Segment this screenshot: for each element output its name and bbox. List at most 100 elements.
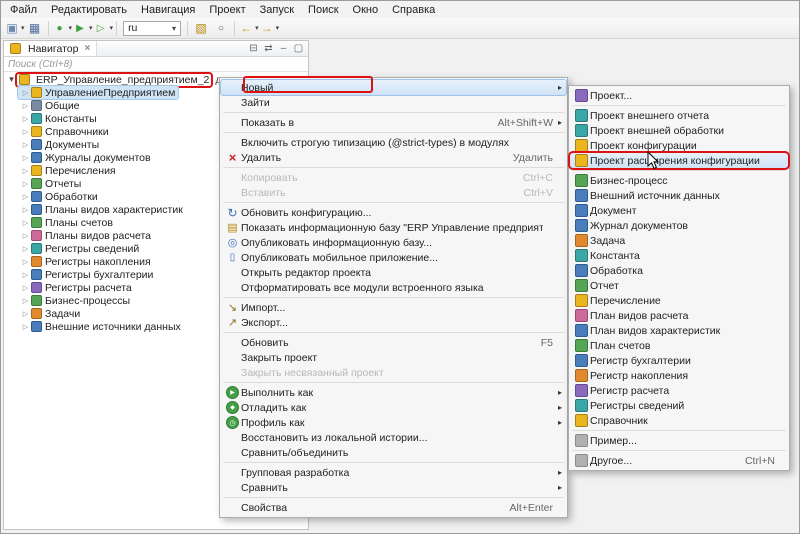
- submenu-item[interactable]: Регистр бухгалтерии: [570, 353, 788, 368]
- menu-item[interactable]: Профиль как: [221, 415, 566, 430]
- tree-item[interactable]: Справочники: [18, 125, 112, 138]
- menu-item[interactable]: Показать в Alt+Shift+W: [221, 115, 566, 130]
- minimize-icon[interactable]: –: [276, 43, 291, 54]
- submenu-item[interactable]: Проект внешней обработки: [570, 123, 788, 138]
- tree-item[interactable]: Регистры бухгалтерии: [18, 268, 156, 281]
- submenu-item[interactable]: Регистр накопления: [570, 368, 788, 383]
- tree-item[interactable]: Общие: [18, 99, 83, 112]
- tree-item[interactable]: Задачи: [18, 307, 83, 320]
- submenu-item[interactable]: Другое... Ctrl+N: [570, 453, 788, 468]
- toolbar-button[interactable]: [52, 19, 73, 37]
- menu-item[interactable]: Включить строгую типизацию (@strict-type…: [221, 135, 566, 150]
- menu-item[interactable]: Отладить как: [221, 400, 566, 415]
- submenu-item[interactable]: Пример...: [570, 433, 788, 448]
- tree-item[interactable]: Журналы документов: [18, 151, 154, 164]
- collapsed-arrow-icon[interactable]: [20, 102, 31, 110]
- menu-item[interactable]: Открыть редактор проекта: [221, 265, 566, 280]
- menu-item[interactable]: Зайти: [221, 95, 566, 110]
- submenu-item[interactable]: Журнал документов: [570, 218, 788, 233]
- menu-item[interactable]: Удалить Удалить: [221, 150, 566, 165]
- menubar-item[interactable]: Файл: [3, 3, 44, 17]
- submenu-item[interactable]: Документ: [570, 203, 788, 218]
- submenu-item[interactable]: Проект конфигурации: [570, 138, 788, 153]
- menu-item[interactable]: Показать информационную базу "ERP Управл…: [221, 220, 566, 235]
- expand-arrow-icon[interactable]: [6, 74, 17, 85]
- tree-item[interactable]: Планы видов характеристик: [18, 203, 186, 216]
- tree-item[interactable]: Константы: [18, 112, 100, 125]
- collapsed-arrow-icon[interactable]: [20, 323, 31, 331]
- collapsed-arrow-icon[interactable]: [20, 310, 31, 318]
- toolbar-button[interactable]: [259, 19, 280, 37]
- collapsed-arrow-icon[interactable]: [20, 271, 31, 279]
- tree-item[interactable]: Регистры накопления: [18, 255, 154, 268]
- submenu-item[interactable]: Отчет: [570, 278, 788, 293]
- submenu-item[interactable]: Бизнес-процесс: [570, 173, 788, 188]
- menu-item[interactable]: Новый: [221, 80, 566, 95]
- search-input[interactable]: [4, 57, 308, 71]
- collapsed-arrow-icon[interactable]: [20, 167, 31, 175]
- collapsed-arrow-icon[interactable]: [20, 141, 31, 149]
- collapsed-arrow-icon[interactable]: [20, 245, 31, 253]
- tree-item[interactable]: Перечисления: [18, 164, 119, 177]
- collapse-all-icon[interactable]: ⊟: [246, 43, 261, 54]
- menu-item[interactable]: Восстановить из локальной истории...: [221, 430, 566, 445]
- tree-item[interactable]: Регистры расчета: [18, 281, 135, 294]
- tree-item[interactable]: УправлениеПредприятием: [18, 86, 178, 99]
- menu-item[interactable]: Отформатировать все модули встроенного я…: [221, 280, 566, 295]
- tree-item[interactable]: Документы: [18, 138, 102, 151]
- collapsed-arrow-icon[interactable]: [20, 89, 31, 97]
- submenu-item[interactable]: Перечисление: [570, 293, 788, 308]
- submenu-item[interactable]: План видов характеристик: [570, 323, 788, 338]
- submenu-item[interactable]: Константа: [570, 248, 788, 263]
- maximize-icon[interactable]: ▢: [291, 43, 306, 54]
- submenu-item[interactable]: Справочник: [570, 413, 788, 428]
- menu-item[interactable]: Свойства Alt+Enter: [221, 500, 566, 515]
- menubar-item[interactable]: Поиск: [301, 3, 345, 17]
- collapsed-arrow-icon[interactable]: [20, 154, 31, 162]
- submenu-item[interactable]: Проект внешнего отчета: [570, 108, 788, 123]
- collapsed-arrow-icon[interactable]: [20, 258, 31, 266]
- toolbar-button[interactable]: [238, 19, 259, 37]
- toolbar-button[interactable]: [191, 19, 211, 37]
- submenu-item[interactable]: План счетов: [570, 338, 788, 353]
- toolbar-button[interactable]: [25, 19, 45, 37]
- submenu-item[interactable]: Обработка: [570, 263, 788, 278]
- collapsed-arrow-icon[interactable]: [20, 232, 31, 240]
- tree-item[interactable]: Обработки: [18, 190, 101, 203]
- menu-item[interactable]: Опубликовать информационную базу...: [221, 235, 566, 250]
- menu-item[interactable]: Опубликовать мобильное приложение...: [221, 250, 566, 265]
- menu-item[interactable]: Обновить конфигурацию...: [221, 205, 566, 220]
- collapsed-arrow-icon[interactable]: [20, 206, 31, 214]
- menu-item[interactable]: Групповая разработка: [221, 465, 566, 480]
- menu-item[interactable]: Импорт...: [221, 300, 566, 315]
- tab-navigator[interactable]: Навигатор ×: [4, 41, 97, 56]
- submenu-item[interactable]: Задача: [570, 233, 788, 248]
- tree-item[interactable]: Регистры сведений: [18, 242, 142, 255]
- tree-item[interactable]: Планы счетов: [18, 216, 116, 229]
- menu-item[interactable]: Обновить F5: [221, 335, 566, 350]
- menu-item[interactable]: Сравнить: [221, 480, 566, 495]
- menubar-item[interactable]: Справка: [385, 3, 442, 17]
- menu-item[interactable]: Сравнить/объединить: [221, 445, 566, 460]
- toolbar-button[interactable]: [4, 19, 25, 37]
- menu-item[interactable]: Экспорт...: [221, 315, 566, 330]
- submenu-item[interactable]: Проект расширения конфигурации: [570, 153, 788, 168]
- language-combo[interactable]: ru ▾: [123, 21, 181, 36]
- submenu-item[interactable]: План видов расчета: [570, 308, 788, 323]
- tree-item[interactable]: Планы видов расчета: [18, 229, 154, 242]
- tree-item[interactable]: Бизнес-процессы: [18, 294, 133, 307]
- tree-item[interactable]: Отчеты: [18, 177, 84, 190]
- menubar-item[interactable]: Проект: [202, 3, 252, 17]
- submenu-item[interactable]: Регистры сведений: [570, 398, 788, 413]
- collapsed-arrow-icon[interactable]: [20, 115, 31, 123]
- collapsed-arrow-icon[interactable]: [20, 180, 31, 188]
- collapsed-arrow-icon[interactable]: [20, 128, 31, 136]
- collapsed-arrow-icon[interactable]: [20, 219, 31, 227]
- submenu-item[interactable]: Регистр расчета: [570, 383, 788, 398]
- link-with-editor-icon[interactable]: ⇄: [261, 43, 276, 54]
- menubar-item[interactable]: Окно: [346, 3, 386, 17]
- toolbar-button[interactable]: [93, 19, 114, 37]
- toolbar-button[interactable]: [72, 19, 93, 37]
- close-icon[interactable]: ×: [82, 43, 90, 54]
- submenu-item[interactable]: Внешний источник данных: [570, 188, 788, 203]
